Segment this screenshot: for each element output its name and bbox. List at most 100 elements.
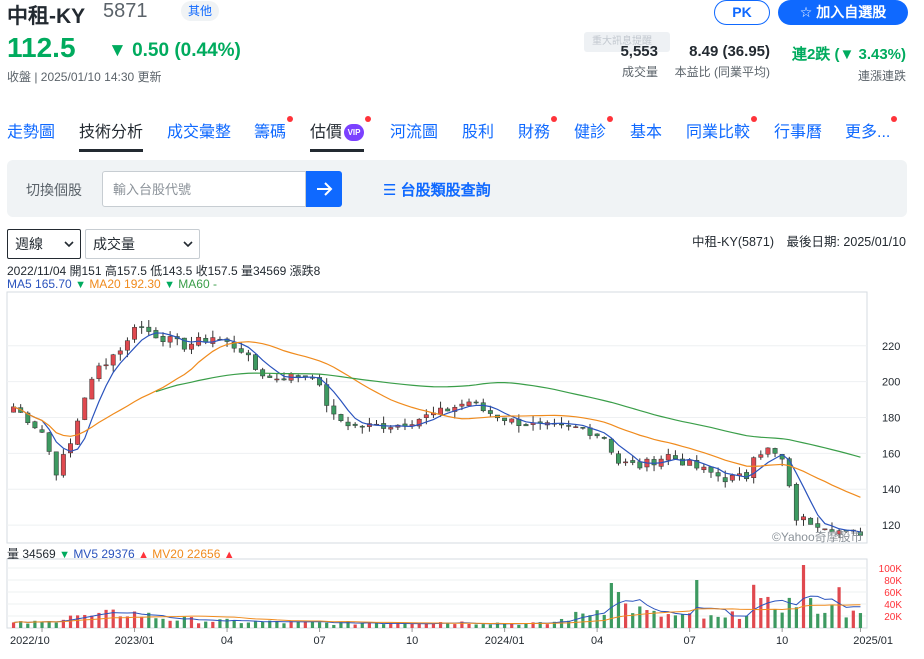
candle-body: [359, 425, 365, 428]
candle-body: [793, 484, 799, 521]
candle-body: [772, 448, 778, 454]
volume-bar: [453, 624, 457, 628]
volume-bar: [83, 614, 87, 628]
volume-bar: [823, 612, 827, 628]
volume-bar: [317, 622, 322, 628]
candle-body: [60, 454, 66, 476]
volume-bar: [424, 623, 428, 628]
volume-bar: [374, 623, 379, 628]
candle-body: [110, 354, 116, 366]
volume-tick-label: 100K: [879, 564, 903, 575]
x-tick-label: 2022/10: [10, 635, 50, 647]
x-tick-label: 2025/01: [853, 635, 893, 647]
volume-bar: [403, 623, 407, 628]
candle-body: [729, 474, 735, 481]
volume-bar: [239, 623, 243, 628]
volume-bar: [225, 618, 229, 628]
candle-body: [487, 410, 493, 414]
volume-bar: [11, 622, 16, 628]
volume-bar: [744, 615, 749, 628]
candle-body: [765, 447, 771, 455]
volume-bar: [616, 592, 621, 628]
candle-body: [53, 451, 59, 476]
volume-bar: [609, 583, 613, 628]
candle-body: [245, 352, 251, 356]
volume-bar: [752, 584, 756, 628]
mv20-value: 22656: [187, 547, 221, 561]
volume-bar: [581, 613, 585, 628]
volume-bar: [282, 623, 286, 628]
candle-body: [623, 461, 629, 464]
candle-body: [687, 459, 693, 466]
price-tick-label: 220: [882, 341, 900, 353]
candle-body: [715, 472, 721, 477]
volume-bar: [730, 611, 734, 628]
volume-bar: [545, 624, 549, 628]
candle-body: [815, 523, 821, 528]
candle-body: [89, 378, 95, 400]
volume-bar: [246, 622, 251, 628]
volume-bar: [353, 624, 357, 628]
candle-body: [708, 466, 714, 473]
candle-body: [82, 397, 88, 420]
volume-bar: [759, 598, 763, 628]
candle-body: [32, 421, 38, 429]
up-triangle-icon: ▲: [223, 549, 235, 561]
candle-body: [39, 429, 45, 433]
volume-bar: [296, 621, 300, 628]
volume-bar: [830, 605, 834, 628]
volume-bar: [125, 616, 130, 628]
mv5-value: 29376: [101, 547, 135, 561]
volume-bar: [90, 615, 94, 628]
candle-body: [808, 517, 814, 525]
candle-body: [580, 427, 586, 429]
volume-bar: [232, 620, 236, 628]
candle-body: [167, 336, 173, 343]
candle-body: [445, 408, 451, 412]
x-tick-label: 07: [684, 635, 696, 647]
candle-body: [352, 423, 358, 426]
price-tick-label: 180: [882, 413, 900, 425]
volume-bar: [161, 618, 165, 628]
volume-bar: [666, 614, 670, 628]
candle-body: [274, 378, 280, 381]
mv20-label: MV20: [152, 547, 184, 561]
candle-body: [473, 401, 479, 404]
candle-body: [295, 375, 301, 378]
candle-body: [523, 424, 529, 427]
volume-bar: [695, 580, 699, 628]
volume-bar: [410, 623, 414, 628]
volume-bar: [773, 609, 777, 628]
candle-body: [594, 433, 600, 437]
volume-bar: [389, 623, 393, 628]
volume-bar: [702, 618, 706, 628]
volume-bar: [261, 621, 265, 628]
vol-label: 量: [7, 547, 20, 561]
candle-body: [210, 337, 216, 344]
volume-bar: [602, 614, 606, 628]
price-tick-label: 200: [882, 377, 900, 389]
volume-bar: [367, 623, 371, 628]
candle-body: [502, 417, 508, 422]
up-triangle-icon: ▲: [138, 549, 149, 561]
volume-bar: [168, 620, 172, 628]
volume-bar: [645, 610, 649, 628]
candle-body: [96, 365, 102, 380]
volume-bar: [837, 587, 841, 628]
candle-body: [601, 437, 607, 439]
candle-body: [345, 421, 351, 427]
candle-body: [573, 426, 579, 428]
volume-bar: [794, 607, 798, 628]
price-tick-label: 120: [882, 520, 900, 532]
candle-body: [324, 384, 330, 406]
volume-bar: [332, 624, 336, 628]
volume-bar: [673, 615, 678, 628]
price-tick-label: 160: [882, 448, 900, 460]
x-tick-label: 04: [221, 635, 233, 647]
candle-body: [160, 335, 166, 343]
volume-bar: [844, 617, 848, 628]
volume-bar: [474, 624, 478, 628]
volume-bar: [766, 596, 770, 628]
candle-body: [701, 466, 707, 471]
volume-bar: [140, 616, 144, 628]
